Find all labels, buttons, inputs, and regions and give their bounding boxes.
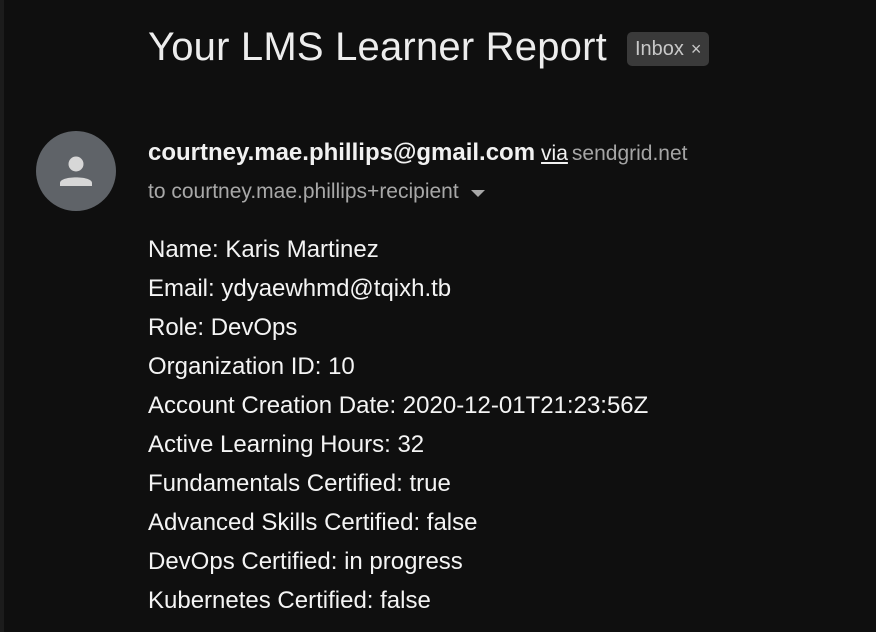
body-line-advanced-skills-certified: Advanced Skills Certified: false bbox=[148, 509, 478, 536]
body-line-kubernetes-certified: Kubernetes Certified: false bbox=[148, 587, 431, 614]
person-icon bbox=[60, 156, 92, 186]
body-line-name: Name: Karis Martinez bbox=[148, 236, 379, 263]
via-domain: sendgrid.net bbox=[571, 142, 688, 165]
recipient-text: to courtney.mae.phillips+recipient bbox=[148, 180, 459, 203]
label-text: Inbox bbox=[634, 37, 684, 60]
sender-email[interactable]: courtney.mae.phillips@gmail.com bbox=[148, 139, 535, 166]
email-body: Name: Karis Martinez Email: ydyaewhmd@tq… bbox=[148, 230, 648, 620]
recipient-line[interactable]: to courtney.mae.phillips+recipient bbox=[148, 178, 485, 206]
sender-avatar[interactable] bbox=[36, 131, 116, 211]
body-line-organization-id: Organization ID: 10 bbox=[148, 353, 355, 380]
inbox-label-chip[interactable]: Inbox × bbox=[626, 32, 710, 66]
body-line-account-creation-date: Account Creation Date: 2020-12-01T21:23:… bbox=[148, 392, 649, 419]
left-edge-strip bbox=[0, 0, 4, 632]
via-link[interactable]: via bbox=[541, 142, 568, 165]
body-line-devops-certified: DevOps Certified: in progress bbox=[148, 548, 463, 575]
details-dropdown-icon[interactable] bbox=[470, 189, 485, 197]
remove-label-icon[interactable]: × bbox=[691, 39, 702, 60]
email-subject: Your LMS Learner Report bbox=[148, 25, 607, 69]
sender-line: courtney.mae.phillips@gmail.com via sendgr… bbox=[148, 138, 688, 169]
body-line-email: Email: ydyaewhmd@tqixh.tb bbox=[148, 275, 452, 302]
body-line-active-learning-hours: Active Learning Hours: 32 bbox=[148, 431, 425, 458]
email-header: Your LMS Learner Report Inbox × bbox=[148, 22, 710, 72]
body-line-role: Role: DevOps bbox=[148, 314, 298, 341]
body-line-fundamentals-certified: Fundamentals Certified: true bbox=[148, 470, 451, 497]
